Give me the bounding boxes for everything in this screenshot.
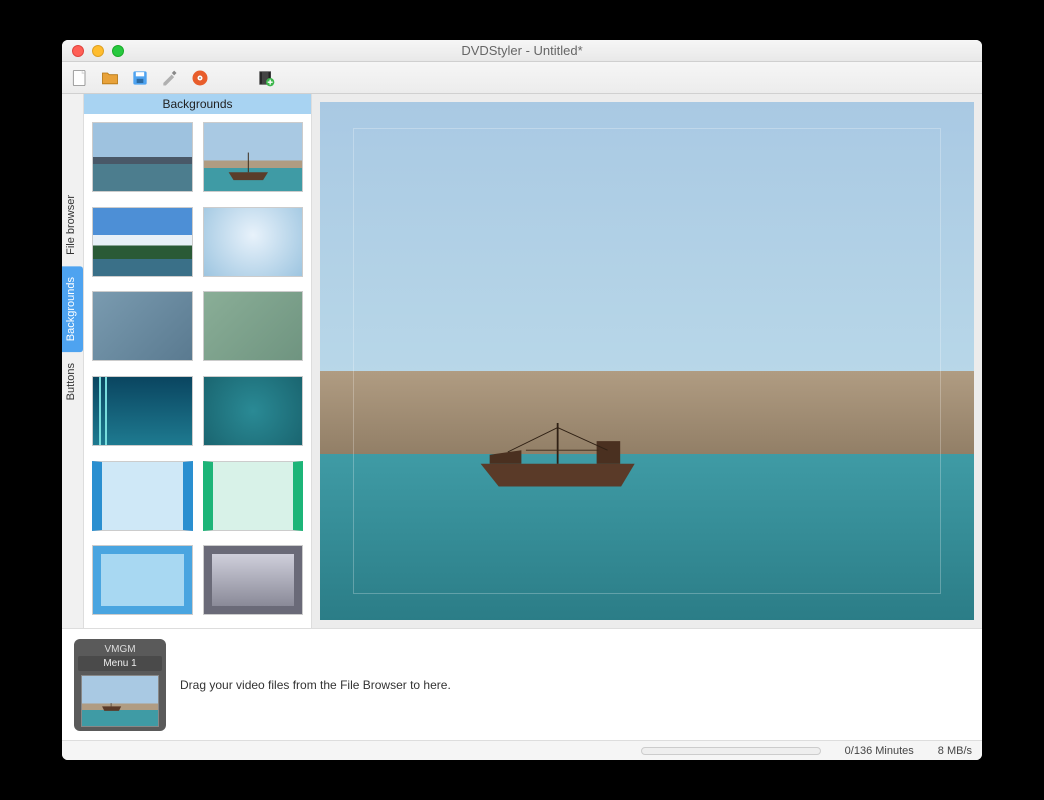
bg-thumb-gray-square[interactable]: [203, 545, 304, 615]
close-window-button[interactable]: [72, 45, 84, 57]
tab-buttons[interactable]: Buttons: [62, 352, 83, 411]
bg-thumb-green-blur[interactable]: [203, 291, 304, 361]
menu-thumbnail[interactable]: [81, 675, 159, 727]
toolbar: [62, 62, 982, 94]
bg-thumb-sea-rocks[interactable]: [92, 122, 193, 192]
backgrounds-grid[interactable]: [84, 114, 311, 628]
bg-thumb-sky-square[interactable]: [92, 545, 193, 615]
bg-thumb-teal-grain[interactable]: [203, 376, 304, 446]
bg-thumb-coast-sky[interactable]: [92, 207, 193, 277]
app-window: DVDStyler - Untitled* File browser Backg…: [62, 40, 982, 760]
tab-backgrounds[interactable]: Backgrounds: [62, 266, 83, 352]
menu-canvas[interactable]: [320, 102, 974, 620]
burn-disc-button[interactable]: [188, 66, 212, 90]
bg-thumb-blue-frame[interactable]: [92, 461, 193, 531]
bg-thumb-shipwreck[interactable]: [203, 122, 304, 192]
side-tabs: File browser Backgrounds Buttons: [62, 94, 84, 628]
panel-title: Backgrounds: [84, 94, 311, 114]
add-title-button[interactable]: [254, 66, 278, 90]
tab-file-browser[interactable]: File browser: [62, 184, 83, 266]
vmgm-group[interactable]: VMGM Menu 1: [74, 639, 166, 731]
settings-button[interactable]: [158, 66, 182, 90]
timeline-hint: Drag your video files from the File Brow…: [180, 678, 451, 692]
window-controls: [62, 45, 124, 57]
safe-area-guide: [353, 128, 942, 594]
minimize-window-button[interactable]: [92, 45, 104, 57]
vmgm-label: VMGM: [104, 643, 135, 656]
bg-thumb-teal-lines[interactable]: [92, 376, 193, 446]
timeline[interactable]: VMGM Menu 1 Drag your video files from t…: [62, 628, 982, 740]
backgrounds-panel: Backgrounds: [84, 94, 312, 628]
menu-label[interactable]: Menu 1: [78, 656, 162, 671]
bg-thumb-pale-blue-grad[interactable]: [203, 207, 304, 277]
status-progress: [641, 747, 821, 755]
status-bar: 0/136 Minutes 8 MB/s: [62, 740, 982, 760]
bg-thumb-blue-blur[interactable]: [92, 291, 193, 361]
canvas-area: [312, 94, 982, 628]
open-folder-button[interactable]: [98, 66, 122, 90]
titlebar: DVDStyler - Untitled*: [62, 40, 982, 62]
status-bitrate: 8 MB/s: [938, 745, 972, 757]
window-title: DVDStyler - Untitled*: [62, 43, 982, 58]
main-area: File browser Backgrounds Buttons Backgro…: [62, 94, 982, 628]
zoom-window-button[interactable]: [112, 45, 124, 57]
save-button[interactable]: [128, 66, 152, 90]
bg-thumb-green-frame[interactable]: [203, 461, 304, 531]
new-project-button[interactable]: [68, 66, 92, 90]
status-duration: 0/136 Minutes: [845, 745, 914, 757]
